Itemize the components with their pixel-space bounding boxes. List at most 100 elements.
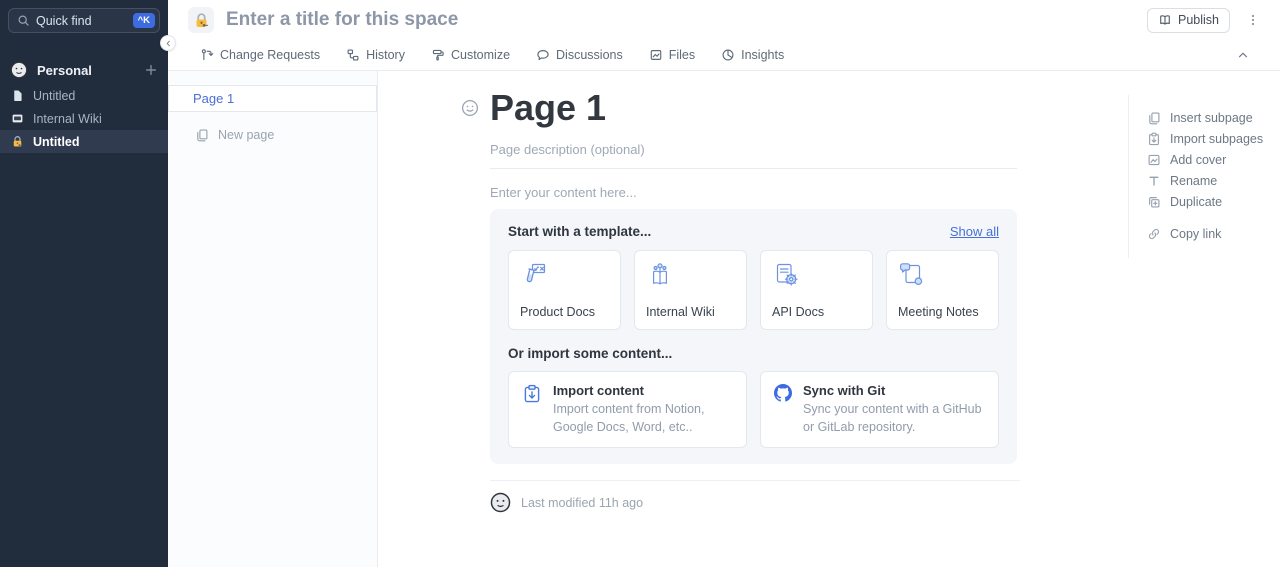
page-title-row: Page 1 xyxy=(490,88,1017,128)
import-card-description: Sync your content with a GitHub or GitLa… xyxy=(803,401,985,436)
quick-find-label: Quick find xyxy=(36,14,92,28)
new-page-label: New page xyxy=(218,128,274,142)
duplicate-button[interactable]: Duplicate xyxy=(1147,191,1278,212)
import-heading: Or import some content... xyxy=(508,346,999,361)
merge-request-icon xyxy=(200,48,214,62)
pages-icon xyxy=(1147,111,1161,125)
paint-roller-icon xyxy=(431,48,445,62)
actions-gap xyxy=(1147,212,1278,223)
workspace-sidebar: Quick find ^K Personal Untitled Internal… xyxy=(0,0,168,567)
insert-subpage-button[interactable]: Insert subpage xyxy=(1147,107,1278,128)
template-card-meeting-notes[interactable]: Meeting Notes xyxy=(886,250,999,330)
body-row: Page 1 New page Page 1 Page descri xyxy=(168,71,1280,567)
avatar xyxy=(490,492,511,513)
product-docs-icon xyxy=(520,261,548,289)
sidebar-item-untitled-2-selected[interactable]: Untitled xyxy=(0,130,168,153)
copy-link-button[interactable]: Copy link xyxy=(1147,223,1278,244)
sidebar-item-label: Untitled xyxy=(33,135,80,149)
internal-wiki-icon xyxy=(646,261,674,289)
template-card-api-docs[interactable]: API Docs xyxy=(760,250,873,330)
tab-label: History xyxy=(366,48,405,62)
sidebar-item-internal-wiki[interactable]: Internal Wiki xyxy=(0,107,168,130)
api-docs-icon xyxy=(772,261,800,289)
workspace-switcher[interactable]: Personal xyxy=(0,56,168,84)
sidebar-item-untitled-1[interactable]: Untitled xyxy=(0,84,168,107)
pages-icon xyxy=(195,128,209,142)
page-actions-panel: Insert subpage Import subpages Add cover… xyxy=(1128,95,1278,258)
page-emoji-button[interactable] xyxy=(461,99,479,117)
lock-with-key-icon xyxy=(193,12,210,29)
template-card-label: API Docs xyxy=(772,305,861,319)
tab-insights[interactable]: Insights xyxy=(721,48,784,62)
shortcut-badge: ^K xyxy=(133,13,155,29)
last-modified-text: Last modified 11h ago xyxy=(521,496,643,510)
main-region: Enter a title for this space Publish Cha… xyxy=(168,0,1280,567)
template-card-internal-wiki[interactable]: Internal Wiki xyxy=(634,250,747,330)
action-label: Add cover xyxy=(1170,153,1226,167)
image-icon xyxy=(1147,153,1161,167)
publish-button[interactable]: Publish xyxy=(1147,8,1230,33)
publish-label: Publish xyxy=(1178,13,1219,27)
tab-discussions[interactable]: Discussions xyxy=(536,48,623,62)
tab-customize[interactable]: Customize xyxy=(431,48,510,62)
rename-button[interactable]: Rename xyxy=(1147,170,1278,191)
action-label: Import subpages xyxy=(1170,132,1263,146)
tab-label: Change Requests xyxy=(220,48,320,62)
chevron-left-icon xyxy=(164,39,173,48)
template-heading: Start with a template... xyxy=(508,224,651,239)
meeting-notes-icon xyxy=(898,261,926,289)
action-label: Insert subpage xyxy=(1170,111,1253,125)
smiley-icon xyxy=(461,99,479,117)
add-space-button[interactable] xyxy=(144,63,158,77)
content-editor-input[interactable]: Enter your content here... xyxy=(490,185,1017,200)
pages-panel: Page 1 New page xyxy=(168,71,378,567)
tab-label: Files xyxy=(669,48,695,62)
template-card-label: Internal Wiki xyxy=(646,305,735,319)
editor-content: Page 1 Page description (optional) Enter… xyxy=(378,71,1280,567)
text-icon xyxy=(1147,174,1161,188)
import-content-card[interactable]: Import content Import content from Notio… xyxy=(508,371,747,448)
chat-bubble-icon xyxy=(536,48,550,62)
action-label: Copy link xyxy=(1170,227,1221,241)
book-icon xyxy=(1158,13,1172,27)
import-icon xyxy=(522,384,542,404)
tab-bar: Change Requests History Customize Discus… xyxy=(168,40,1280,71)
sidebar-item-label: Internal Wiki xyxy=(33,112,102,126)
quick-find-search[interactable]: Quick find ^K xyxy=(8,8,160,33)
show-all-link[interactable]: Show all xyxy=(950,224,999,239)
import-subpages-button[interactable]: Import subpages xyxy=(1147,128,1278,149)
import-card-title: Import content xyxy=(553,383,733,398)
page-list-item-page-1[interactable]: Page 1 xyxy=(168,85,377,112)
collapse-header-button[interactable] xyxy=(1236,48,1250,62)
wiki-icon xyxy=(11,112,24,125)
add-cover-button[interactable]: Add cover xyxy=(1147,149,1278,170)
divider xyxy=(490,168,1017,169)
template-card-label: Meeting Notes xyxy=(898,305,987,319)
page-item-label: Page 1 xyxy=(193,91,234,106)
github-icon xyxy=(774,384,792,402)
import-card-description: Import content from Notion, Google Docs,… xyxy=(553,401,733,436)
search-icon xyxy=(17,14,30,27)
tab-label: Discussions xyxy=(556,48,623,62)
space-title-input[interactable]: Enter a title for this space xyxy=(226,9,1135,31)
page-description-input[interactable]: Page description (optional) xyxy=(490,142,1017,157)
tab-change-requests[interactable]: Change Requests xyxy=(200,48,320,62)
last-modified-row: Last modified 11h ago xyxy=(490,492,1017,513)
document-column: Page 1 Page description (optional) Enter… xyxy=(490,71,1017,513)
page-title[interactable]: Page 1 xyxy=(490,88,1017,128)
template-card-product-docs[interactable]: Product Docs xyxy=(508,250,621,330)
flowchart-icon xyxy=(346,48,360,62)
tab-history[interactable]: History xyxy=(346,48,405,62)
action-label: Rename xyxy=(1170,174,1217,188)
new-page-button[interactable]: New page xyxy=(195,128,274,142)
insights-icon xyxy=(721,48,735,62)
sidebar-item-label: Untitled xyxy=(33,89,75,103)
more-options-button[interactable] xyxy=(1242,9,1264,31)
duplicate-icon xyxy=(1147,195,1161,209)
space-header: Enter a title for this space Publish xyxy=(168,0,1280,40)
clipboard-import-icon xyxy=(1147,132,1161,146)
space-emoji-button[interactable] xyxy=(188,7,214,33)
sync-with-git-card[interactable]: Sync with Git Sync your content with a G… xyxy=(760,371,999,448)
sidebar-collapse-button[interactable] xyxy=(160,35,176,51)
tab-files[interactable]: Files xyxy=(649,48,695,62)
